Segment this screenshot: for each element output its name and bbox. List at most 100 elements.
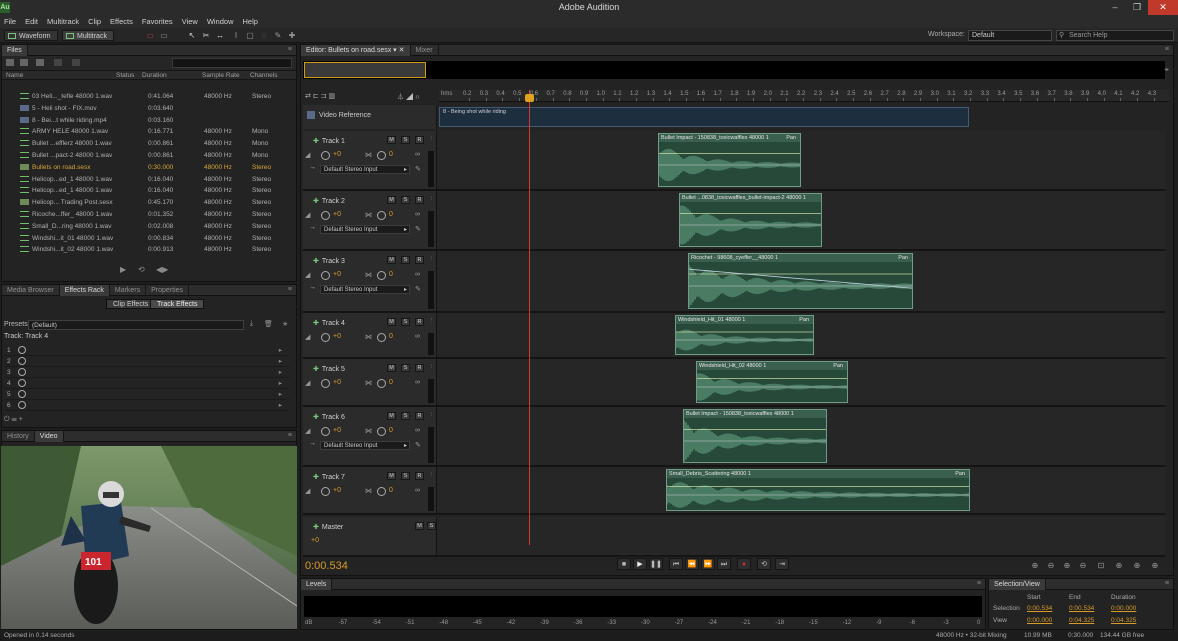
monitor-input-icon[interactable]: ⋮ — [427, 472, 436, 480]
mute-button[interactable]: M — [387, 196, 396, 204]
master-mute-button[interactable]: M — [415, 522, 424, 530]
pan-knob[interactable] — [377, 333, 386, 342]
restore-button[interactable]: ❐ — [1126, 0, 1148, 15]
file-row[interactable]: Bullet ...pact-2 48000 1.wav 0:00.861 4800… — [2, 150, 292, 162]
volume-value[interactable]: +0 — [333, 427, 341, 434]
pan-value[interactable]: 0 — [389, 211, 393, 218]
go-to-start-button[interactable]: ⏮ — [669, 558, 683, 570]
overview-viewport[interactable] — [304, 62, 426, 78]
pan-value[interactable]: 0 — [389, 487, 393, 494]
minimize-button[interactable]: – — [1104, 0, 1126, 15]
col-sample-rate[interactable]: Sample Rate — [202, 72, 240, 79]
track-name[interactable]: ✚ Track 3 — [313, 257, 345, 265]
tab-video[interactable]: Video — [34, 431, 64, 442]
effect-slot[interactable]: 4 ▸ — [4, 378, 290, 389]
zoom-selection-icon[interactable]: ⊕ — [1149, 561, 1161, 571]
volume-value[interactable]: +0 — [333, 379, 341, 386]
search-help-input[interactable]: ⚲ Search Help — [1056, 30, 1174, 41]
lasso-tool-icon[interactable]: ◌ — [258, 30, 270, 41]
menu-effects[interactable]: Effects — [110, 15, 133, 28]
effect-slot[interactable]: 2 ▸ — [4, 356, 290, 367]
monitor-input-icon[interactable]: ⋮ — [427, 412, 436, 420]
volume-header-icon[interactable]: ◢ — [406, 94, 413, 101]
pan-value[interactable]: 0 — [389, 333, 393, 340]
delete-icon[interactable] — [72, 59, 80, 66]
presets-select[interactable]: (Default) — [28, 320, 244, 330]
menu-window[interactable]: Window — [207, 15, 234, 28]
solo-button[interactable]: S — [401, 412, 410, 420]
solo-button[interactable]: S — [401, 318, 410, 326]
slot-arrow-icon[interactable]: ▸ — [279, 401, 282, 409]
pan-value[interactable]: 0 — [389, 379, 393, 386]
pan-value[interactable]: 0 — [389, 271, 393, 278]
timeline-ruler[interactable]: hms 0.2 0.3 0.4 0.5 0.6 0.7 0.8 0.9 1.0 1.1 1.2 1.3… — [439, 90, 1169, 102]
file-row[interactable]: ARMY HELE 48000 1.wav 0:16.771 48000 Hz Mon… — [2, 126, 292, 138]
file-row[interactable]: Bullets on road.sesx 0:30.000 48000 Hz Ster… — [2, 162, 292, 174]
track-input-select[interactable]: Default Stereo Input ▸ — [320, 285, 410, 294]
mute-button[interactable]: M — [387, 412, 396, 420]
session-overview[interactable] — [303, 61, 1165, 79]
volume-knob[interactable] — [321, 427, 330, 436]
audio-clip[interactable]: Small_Debris_Scattering 48000 1 Pan — [666, 469, 970, 511]
rewind-button[interactable]: ⏪ — [685, 558, 699, 570]
record-arm-button[interactable]: R — [415, 136, 424, 144]
loop-playback-button[interactable]: ⟲ — [757, 558, 771, 570]
menu-file[interactable]: File — [4, 15, 16, 28]
slot-arrow-icon[interactable]: ▸ — [279, 346, 282, 354]
track-input-select[interactable]: Default Stereo Input ▸ — [320, 441, 410, 450]
slot-arrow-icon[interactable]: ▸ — [279, 379, 282, 387]
panel-menu-icon[interactable]: ≡ — [288, 432, 292, 439]
stereo-link-icon[interactable]: ∞ — [415, 271, 420, 278]
spectral-display-icon[interactable]: ▭ — [144, 30, 156, 41]
eq-icon[interactable]: ▥ — [328, 93, 335, 100]
selection-duration-field[interactable]: 0:00.000 — [1111, 605, 1136, 612]
clip-effects-button[interactable]: Clip Effects — [106, 299, 156, 309]
track-input-select[interactable]: Default Stereo Input ▸ — [320, 225, 410, 234]
skip-selection-button[interactable]: ⇥ — [775, 558, 789, 570]
menu-multitrack[interactable]: Multitrack — [47, 15, 79, 28]
record-arm-button[interactable]: R — [415, 256, 424, 264]
track-effects-button[interactable]: Track Effects — [150, 299, 205, 309]
solo-button[interactable]: S — [401, 256, 410, 264]
volume-value[interactable]: +0 — [333, 151, 341, 158]
save-preset-icon[interactable]: ⤓ — [250, 320, 253, 328]
master-solo-button[interactable]: S — [427, 522, 436, 530]
play-button[interactable]: ▶ — [633, 558, 647, 570]
audio-clip[interactable]: Bullet Impact - 150838_toxicwaffles 4800… — [658, 133, 801, 187]
track-name[interactable]: ✚ Track 7 — [313, 473, 345, 481]
zoom-out-amplitude-icon[interactable]: ⊖ — [1045, 561, 1057, 571]
selection-end-field[interactable]: 0:00.534 — [1069, 605, 1094, 612]
selection-start-field[interactable]: 0:00.534 — [1027, 605, 1052, 612]
mute-button[interactable]: M — [387, 136, 396, 144]
workspace-select[interactable]: Default — [968, 30, 1052, 41]
effect-slot[interactable]: 3 ▸ — [4, 367, 290, 378]
list-icon[interactable]: ☰ — [12, 416, 17, 423]
files-search-input[interactable] — [172, 58, 292, 68]
tab-editor-session[interactable]: Editor: Bullets on road.sesx ▾ ✕ — [301, 45, 411, 56]
col-channels[interactable]: Channels — [250, 72, 277, 79]
monitor-input-icon[interactable]: ⋮ — [427, 318, 436, 326]
audio-clip[interactable]: Windshield_Hit_02 48000 1 Pan — [696, 361, 848, 403]
file-row[interactable]: Windshi...it_01 48000 1.wav 0:00.834 48000… — [2, 233, 292, 245]
file-row[interactable]: Helicop... Trading Post.sesx 0:45.170 4800… — [2, 197, 292, 209]
pan-knob[interactable] — [377, 211, 386, 220]
current-time-display[interactable]: 0:00.534 — [305, 560, 348, 572]
metronome-icon[interactable]: ⏃ — [397, 94, 404, 101]
effect-slot[interactable]: 1 ▸ — [4, 345, 290, 356]
pan-knob[interactable] — [377, 379, 386, 388]
record-arm-button[interactable]: R — [415, 318, 424, 326]
volume-value[interactable]: +0 — [333, 271, 341, 278]
record-arm-button[interactable]: R — [415, 364, 424, 372]
autoplay-icon[interactable]: ◀▶ — [156, 265, 170, 274]
panel-menu-icon[interactable]: ≡ — [1165, 580, 1169, 587]
zoom-navigator-icon[interactable]: ⌖ — [1164, 65, 1169, 75]
open-file-icon[interactable] — [6, 59, 14, 66]
tab-media-browser[interactable]: Media Browser — [2, 285, 60, 296]
power-icon[interactable]: ⏻ — [4, 416, 10, 423]
panel-menu-icon[interactable]: ≡ — [1165, 46, 1169, 53]
time-selection-tool-icon[interactable]: I — [230, 30, 242, 41]
volume-value[interactable]: +0 — [333, 333, 341, 340]
tab-effects-rack[interactable]: Effects Rack — [59, 285, 110, 296]
edit-input-icon[interactable]: ✎ — [415, 225, 421, 233]
import-file-icon[interactable] — [20, 59, 28, 66]
